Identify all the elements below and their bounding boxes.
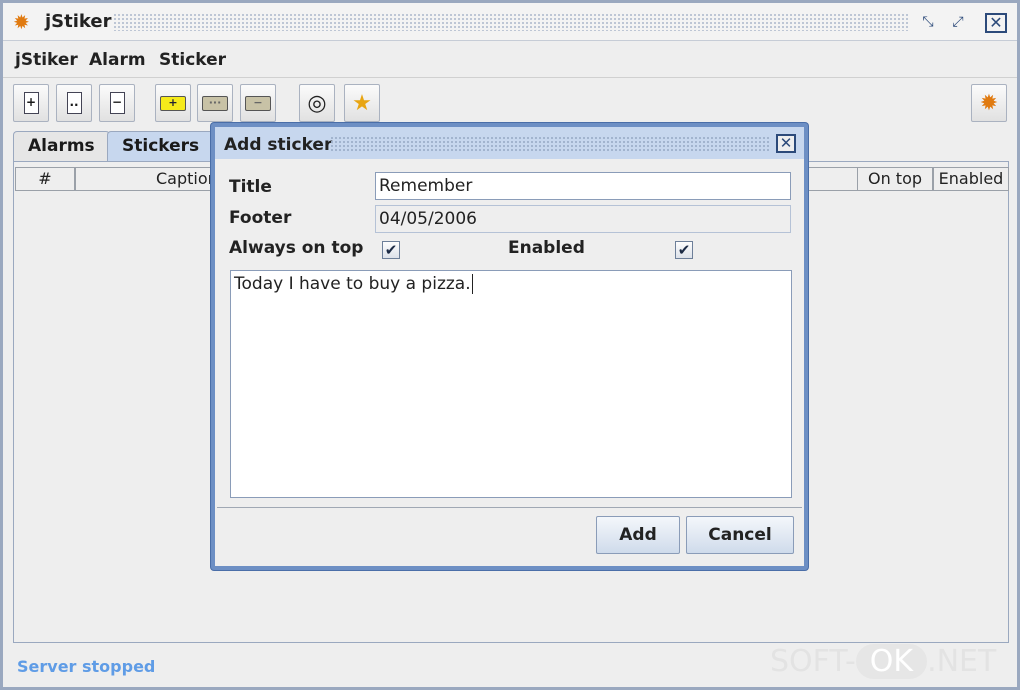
new-document-button[interactable]: + (13, 84, 49, 122)
enabled-label: Enabled (508, 238, 585, 258)
footer-input[interactable]: 04/05/2006 (375, 205, 791, 233)
tab-stickers[interactable]: Stickers (107, 131, 215, 161)
text-cursor (471, 274, 473, 294)
always-on-top-label: Always on top (229, 238, 364, 258)
sticker-text-area[interactable]: Today I have to buy a pizza. (230, 270, 792, 498)
dialog-title: Add sticker (224, 135, 333, 155)
sun-gear-icon: ✹ (13, 10, 30, 34)
remove-sticker-button[interactable]: − (240, 84, 276, 122)
column-header-on-top[interactable]: On top (857, 167, 933, 191)
title-input[interactable]: Remember (375, 172, 791, 200)
dialog-title-grip (330, 136, 770, 152)
window-title: jStiker (45, 11, 112, 32)
add-sticker-button[interactable]: + (155, 84, 191, 122)
target-button[interactable]: ◎ (299, 84, 335, 122)
dialog-separator (217, 507, 802, 508)
sticker-text: Today I have to buy a pizza. (234, 274, 471, 294)
tab-alarms[interactable]: Alarms (13, 131, 110, 161)
target-icon: ◎ (307, 90, 327, 116)
close-icon[interactable]: ✕ (985, 13, 1007, 33)
always-on-top-checkbox[interactable]: ✔ (382, 241, 400, 259)
column-header-enabled[interactable]: Enabled (933, 167, 1009, 191)
remove-document-button[interactable]: − (99, 84, 135, 122)
add-sticker-dialog: Add sticker ✕ Title Remember Footer 04/0… (211, 123, 808, 570)
open-document-button[interactable]: .. (56, 84, 92, 122)
menu-jstiker[interactable]: jStiker (15, 50, 78, 70)
title-label: Title (229, 177, 272, 197)
menu-alarm[interactable]: Alarm (89, 50, 146, 70)
maximize-icon[interactable]: ⤢ (947, 13, 969, 33)
toolbar: + .. − + ··· − ◎ ★ ✹ (3, 77, 1017, 127)
cancel-button[interactable]: Cancel (686, 516, 794, 554)
enabled-checkbox[interactable]: ✔ (675, 241, 693, 259)
add-button[interactable]: Add (596, 516, 680, 554)
menu-sticker[interactable]: Sticker (159, 50, 226, 70)
remove-sticker-icon: − (245, 95, 271, 111)
new-document-icon: + (23, 92, 39, 114)
watermark-left: SOFT- (770, 644, 856, 679)
dialog-close-icon[interactable]: ✕ (776, 134, 796, 153)
title-bar-grip (113, 13, 908, 31)
open-document-icon: .. (66, 92, 82, 114)
menu-bar: jStiker Alarm Sticker (3, 41, 1017, 77)
watermark: SOFT- OK .NET (770, 644, 996, 679)
watermark-ok: OK (855, 644, 928, 679)
column-header-number[interactable]: # (15, 167, 75, 191)
remove-document-icon: − (109, 92, 125, 114)
edit-sticker-icon: ··· (202, 95, 228, 111)
watermark-right: .NET (927, 644, 997, 679)
title-bar[interactable]: ✹ jStiker ⤡ ⤢ ✕ (3, 3, 1017, 41)
settings-gear-icon: ✹ (979, 90, 999, 116)
star-icon: ★ (352, 90, 372, 116)
settings-button[interactable]: ✹ (971, 84, 1007, 122)
minimize-icon[interactable]: ⤡ (917, 13, 939, 33)
star-button[interactable]: ★ (344, 84, 380, 122)
dialog-title-bar[interactable]: Add sticker ✕ (215, 127, 804, 159)
status-text: Server stopped (17, 657, 156, 676)
add-sticker-icon: + (160, 95, 186, 111)
footer-label: Footer (229, 208, 292, 228)
edit-sticker-button[interactable]: ··· (197, 84, 233, 122)
